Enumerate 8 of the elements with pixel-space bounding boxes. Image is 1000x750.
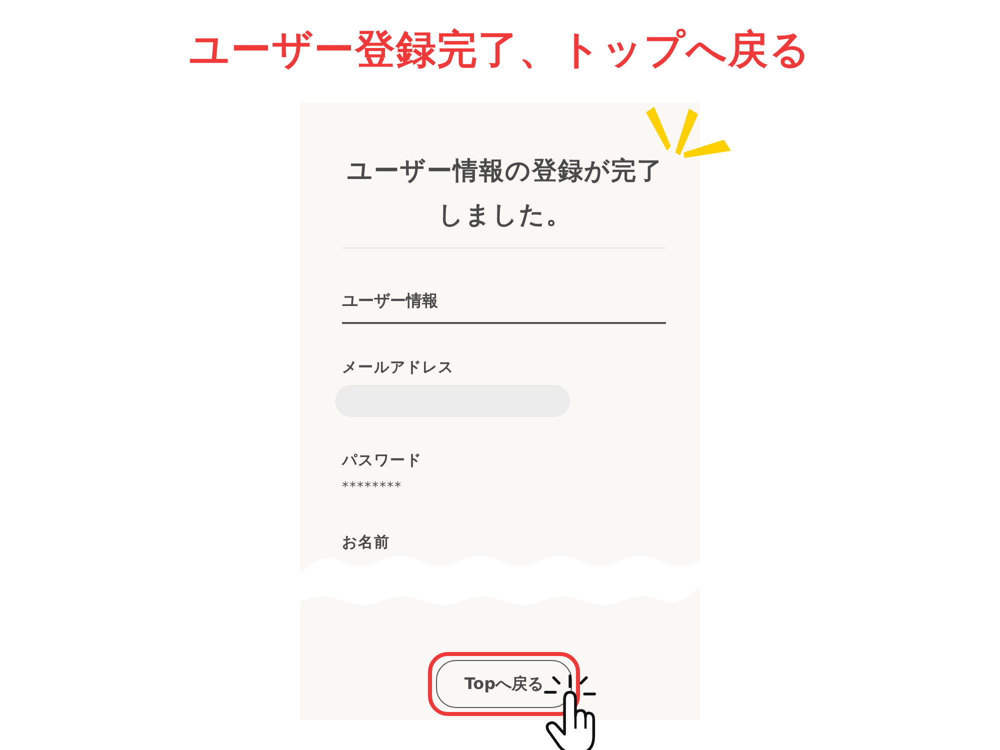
headline: ユーザー登録完了、トップへ戻る: [189, 26, 811, 75]
field-label: メールアドレス: [342, 358, 455, 377]
section-heading: ユーザー情報: [342, 291, 666, 324]
field-label: お名前: [342, 533, 391, 552]
field-label: パスワード: [342, 451, 423, 470]
field-value: ********: [342, 480, 403, 495]
screen-title: ユーザー情報の登録が完了しました。: [346, 155, 664, 231]
top-button[interactable]: Topへ戻る: [436, 660, 572, 708]
